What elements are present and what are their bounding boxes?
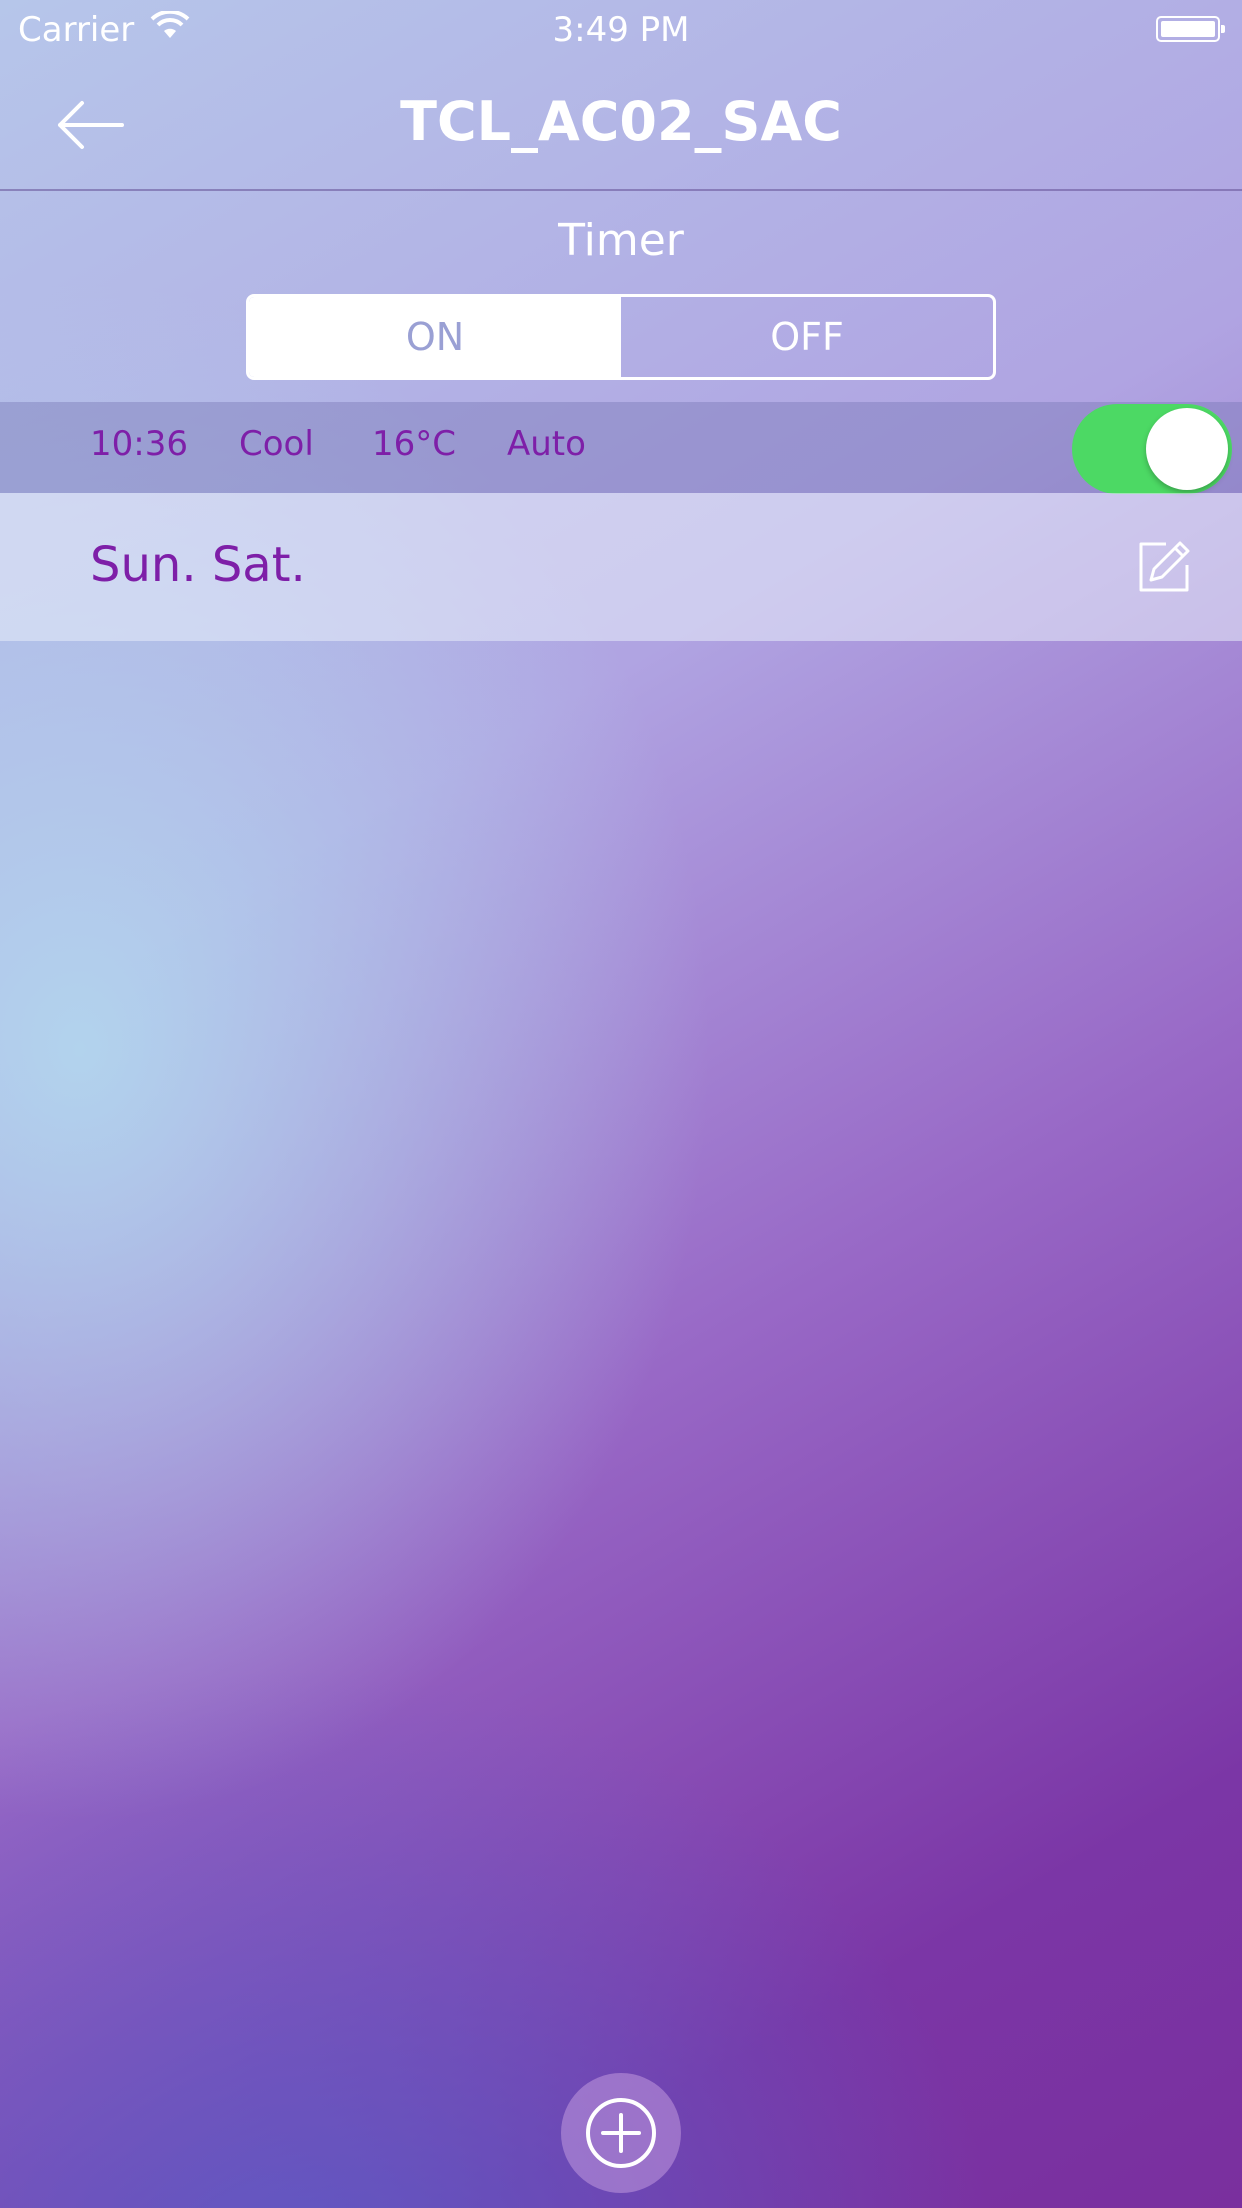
- battery-icon: [1156, 16, 1225, 42]
- navigation-bar: TCL_AC02_SAC: [0, 60, 1242, 191]
- toggle-knob: [1146, 408, 1228, 490]
- status-bar: Carrier 3:49 PM: [0, 0, 1242, 60]
- timer-fan-speed: Auto: [507, 424, 586, 464]
- timer-section-label: Timer: [558, 215, 684, 266]
- edit-timer-button[interactable]: [1136, 539, 1192, 595]
- tab-timer-off[interactable]: OFF: [621, 297, 993, 377]
- timer-mode: Cool: [239, 424, 314, 464]
- tab-timer-on[interactable]: ON: [249, 297, 621, 377]
- plus-circle-icon: [586, 2098, 656, 2168]
- timer-repeat-days: Sun. Sat.: [90, 537, 306, 593]
- timer-days-row[interactable]: Sun. Sat.: [0, 493, 1242, 641]
- timer-temperature: 16°C: [372, 424, 457, 464]
- status-time: 3:49 PM: [552, 10, 690, 50]
- timer-time: 10:36: [90, 424, 188, 464]
- page-title: TCL_AC02_SAC: [400, 90, 842, 153]
- timer-enable-toggle[interactable]: [1072, 404, 1232, 494]
- timer-type-segmented-control: ON OFF: [246, 294, 996, 380]
- add-timer-button[interactable]: [561, 2073, 681, 2193]
- pencil-edit-icon: [1139, 541, 1190, 592]
- timer-item-row: 10:36 Cool 16°C Auto: [0, 402, 1242, 494]
